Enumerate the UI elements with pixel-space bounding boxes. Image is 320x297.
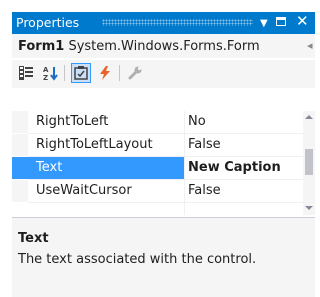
property-grid: RightToLeft No RightToLeftLayout False T… [12,111,303,215]
property-name: RightToLeftLayout [36,137,153,152]
object-selector[interactable]: Form1 System.Windows.Forms.Form ◂ [12,34,315,58]
row-margin [12,111,28,133]
titlebar-drag-grip[interactable] [102,19,253,26]
row-margin [12,180,28,202]
row-divider [28,202,303,203]
properties-toolbar: A Z [12,60,315,88]
description-title: Text [18,231,49,246]
properties-titlebar: Properties ▼ ✕ [12,12,315,34]
property-name: Text [36,160,63,175]
maximize-icon[interactable] [276,17,286,26]
property-row[interactable]: RightToLeftLayout False [12,134,303,156]
scroll-thumb[interactable] [305,149,313,175]
scroll-down-arrow-icon[interactable] [305,206,313,210]
column-divider[interactable] [184,111,185,215]
property-name: UseWaitCursor [36,183,132,198]
toolbar-separator [119,65,120,81]
description-pane: Text The text associated with the contro… [12,218,315,297]
row-margin [12,157,28,179]
description-text: The text associated with the control. [18,252,257,267]
object-name: Form1 [18,39,65,54]
row-margin [12,134,28,156]
events-lightning-icon [100,66,110,80]
property-value[interactable]: False [188,183,221,198]
toolbar-separator [64,65,65,81]
svg-text:A: A [43,66,49,74]
events-button[interactable] [95,63,115,83]
property-row[interactable]: RightToLeft No [12,111,303,133]
window-title: Properties [16,15,80,30]
scroll-up-arrow-icon[interactable] [305,115,313,119]
object-type: System.Windows.Forms.Form [68,39,260,54]
property-name: RightToLeft [36,114,109,129]
property-row[interactable]: UseWaitCursor False [12,180,303,202]
properties-icon [74,66,88,80]
close-icon[interactable]: ✕ [296,13,309,29]
properties-view-button[interactable] [71,63,91,83]
property-value[interactable]: No [188,114,206,129]
categorized-button[interactable] [16,63,36,83]
property-value[interactable]: False [188,137,221,152]
svg-text:Z: Z [43,74,48,81]
object-selector-dropdown-icon[interactable]: ◂ [307,39,313,52]
vertical-scrollbar[interactable] [303,111,315,215]
window-menu-dropdown-icon[interactable]: ▼ [260,16,268,32]
alphabetical-icon: A Z [43,66,58,81]
selected-object-label: Form1 System.Windows.Forms.Form [18,39,260,54]
property-pages-button[interactable] [125,63,145,83]
categorized-icon [19,66,33,80]
property-pages-wrench-icon [128,66,142,80]
property-value[interactable]: New Caption [188,160,281,175]
property-row-selected[interactable]: Text New Caption [12,157,303,179]
alphabetical-button[interactable]: A Z [40,63,60,83]
